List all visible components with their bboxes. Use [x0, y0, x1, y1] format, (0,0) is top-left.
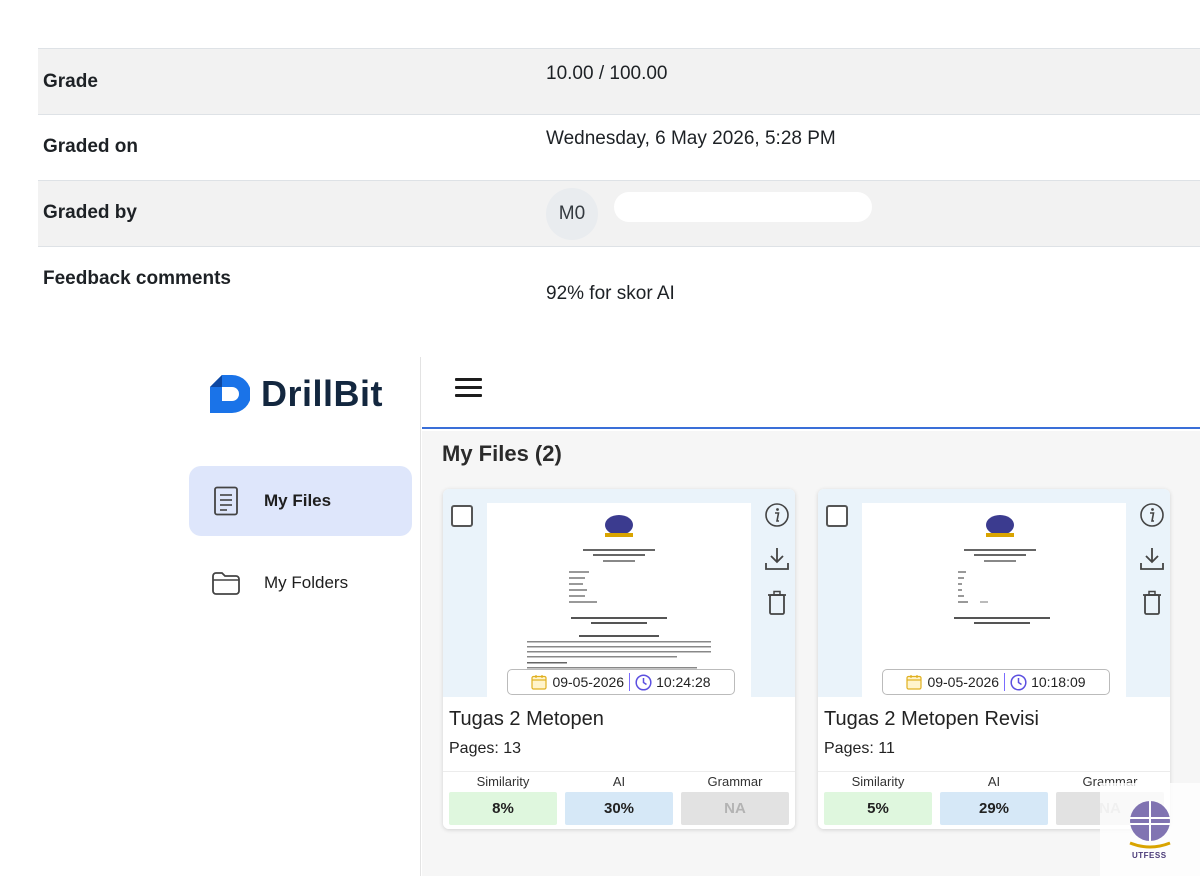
metric-label: AI: [612, 774, 626, 789]
file-select-checkbox[interactable]: [826, 505, 848, 527]
file-page-count: Pages: 13: [449, 740, 522, 757]
metric-label: Similarity: [476, 774, 530, 789]
clock-icon: [635, 673, 652, 691]
drillbit-app: DrillBit My Files My Folders My Files (2…: [0, 357, 1200, 876]
info-icon[interactable]: [763, 501, 791, 529]
file-actions: [763, 501, 791, 633]
feedback-row: Feedback comments 92% for skor AI: [38, 246, 1200, 322]
file-thumbnail-area: 09-05-2026 10:24:28: [443, 489, 795, 697]
upload-date: 09-05-2026: [552, 674, 625, 690]
calendar-icon: [906, 675, 923, 690]
clock-icon: [1010, 673, 1027, 691]
watermark-text: UTFESS: [1132, 851, 1167, 860]
metric-label: Similarity: [851, 774, 905, 789]
graded-on-row: Graded on Wednesday, 6 May 2026, 5:28 PM: [38, 114, 1200, 180]
redacted-grader-name: [614, 192, 872, 222]
grammar-score: NA: [681, 792, 789, 825]
drillbit-logo-icon: [210, 375, 250, 413]
file-select-checkbox[interactable]: [451, 505, 473, 527]
graded-by-label: Graded by: [43, 202, 137, 223]
hamburger-icon[interactable]: [455, 375, 483, 403]
upload-datetime: 09-05-2026 10:18:09: [882, 669, 1110, 695]
brand-name: DrillBit: [261, 373, 384, 414]
feedback-value: 92% for skor AI: [546, 283, 675, 304]
grade-value: 10.00 / 100.00: [546, 63, 668, 84]
main-content: My Files (2) 09-05-2026 10:24:28 Tugas 2…: [422, 431, 1200, 876]
calendar-icon: [531, 675, 548, 690]
download-icon[interactable]: [763, 545, 791, 573]
sidebar-item-label: My Files: [264, 491, 332, 510]
similarity-score: 8%: [449, 792, 557, 825]
page-title: My Files (2): [442, 441, 562, 466]
download-icon[interactable]: [1138, 545, 1166, 573]
top-bar: [422, 357, 1200, 429]
file-card[interactable]: 09-05-2026 10:24:28 Tugas 2 Metopen Page…: [443, 489, 795, 829]
document-preview-thumbnail[interactable]: [487, 503, 751, 697]
upload-date: 09-05-2026: [927, 674, 1000, 690]
folder-icon: [211, 568, 241, 598]
upload-time: 10:18:09: [1031, 674, 1086, 690]
ai-score: 29%: [940, 792, 1048, 825]
grade-row: Grade 10.00 / 100.00: [38, 48, 1200, 114]
similarity-metric[interactable]: Similarity 8%: [449, 772, 557, 825]
utfess-watermark: UTFESS: [1100, 783, 1200, 876]
delete-icon[interactable]: [1138, 589, 1166, 617]
document-icon: [211, 486, 241, 516]
file-page-count: Pages: 11: [824, 740, 895, 757]
file-metrics: Similarity 8% AI 30% Grammar NA: [443, 771, 795, 829]
document-preview-thumbnail[interactable]: [862, 503, 1126, 697]
metric-label: AI: [987, 774, 1001, 789]
file-name[interactable]: Tugas 2 Metopen Revisi: [824, 708, 1039, 731]
sidebar-item-my-files[interactable]: My Files: [189, 466, 412, 536]
metric-label: Grammar: [707, 774, 763, 789]
file-actions: [1138, 501, 1166, 633]
ai-metric[interactable]: AI 30%: [565, 772, 673, 825]
grammar-metric: Grammar NA: [681, 772, 789, 825]
feedback-label: Feedback comments: [43, 268, 231, 289]
drillbit-logo[interactable]: DrillBit: [208, 373, 383, 415]
grading-summary-table: Grade 10.00 / 100.00 Graded on Wednesday…: [38, 48, 1200, 322]
ai-metric[interactable]: AI 29%: [940, 772, 1048, 825]
upload-time: 10:24:28: [656, 674, 711, 690]
graded-by-row: Graded by M0: [38, 180, 1200, 246]
info-icon[interactable]: [1138, 501, 1166, 529]
file-card[interactable]: 09-05-2026 10:18:09 Tugas 2 Metopen Revi…: [818, 489, 1170, 829]
grader-avatar[interactable]: M0: [546, 188, 598, 240]
file-name[interactable]: Tugas 2 Metopen: [449, 708, 604, 731]
sidebar-item-my-folders[interactable]: My Folders: [189, 548, 412, 618]
similarity-metric[interactable]: Similarity 5%: [824, 772, 932, 825]
sidebar: DrillBit My Files My Folders: [0, 357, 421, 876]
delete-icon[interactable]: [763, 589, 791, 617]
upload-datetime: 09-05-2026 10:24:28: [507, 669, 735, 695]
graded-on-value: Wednesday, 6 May 2026, 5:28 PM: [546, 128, 836, 149]
graded-on-label: Graded on: [43, 136, 139, 157]
file-thumbnail-area: 09-05-2026 10:18:09: [818, 489, 1170, 697]
sidebar-item-label: My Folders: [264, 573, 349, 592]
ai-score: 30%: [565, 792, 673, 825]
similarity-score: 5%: [824, 792, 932, 825]
grade-label: Grade: [43, 71, 98, 92]
